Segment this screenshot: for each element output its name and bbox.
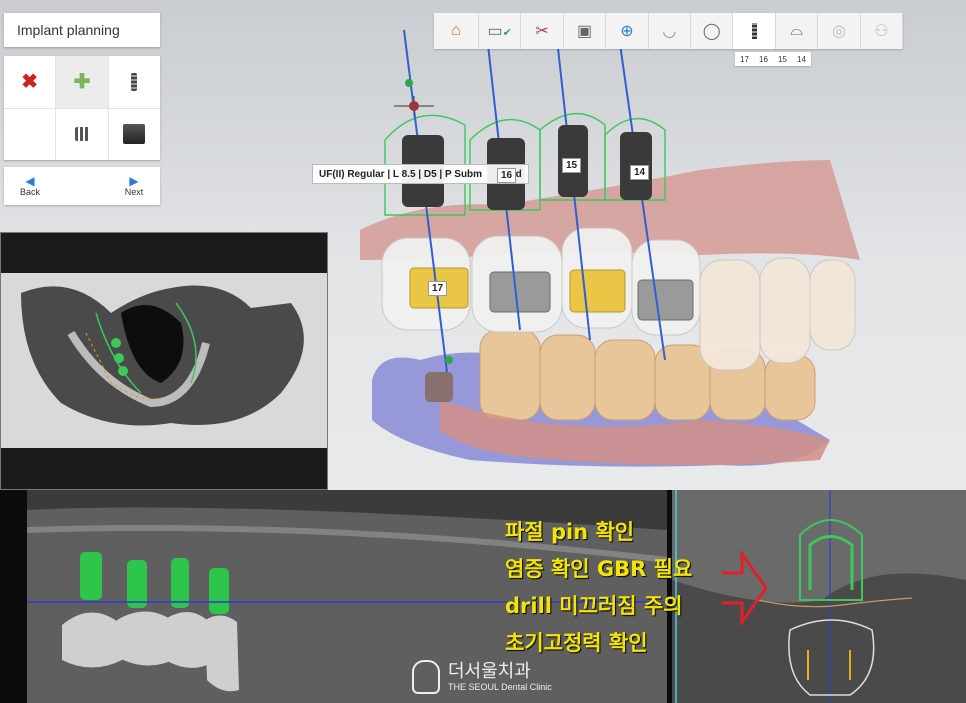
3d-viewport[interactable]: Implant planning ✖ ✚ ◀ Back ▶ Next ⌂ ▭✔ … — [0, 0, 966, 490]
workflow-window-step[interactable]: ▣ — [564, 13, 607, 49]
add-implant-button[interactable]: ✚ — [56, 56, 108, 108]
annotation-arrow-icon — [722, 549, 768, 627]
arrow-left-icon: ◀ — [25, 174, 35, 188]
tools-icon: ✂ — [535, 23, 549, 40]
workflow-tooth-step[interactable]: ◯ — [691, 13, 734, 49]
workflow-crown-plus-step[interactable]: ⊕ — [606, 13, 649, 49]
scan-check-icon: ▭✔ — [487, 23, 512, 40]
axial-ct-image — [1, 273, 327, 448]
home-icon: ⌂ — [451, 22, 461, 39]
tooth-tab[interactable]: 14 — [792, 52, 811, 66]
tooth-label-16: 16 — [497, 168, 517, 183]
rotation-handle[interactable] — [405, 79, 413, 87]
multi-implant-button[interactable] — [56, 108, 108, 160]
navigation-panel: ◀ Back ▶ Next — [4, 167, 160, 205]
tooth-tab[interactable]: 16 — [754, 52, 773, 66]
arrow-right-icon: ▶ — [129, 174, 139, 188]
window-icon: ▣ — [576, 23, 593, 40]
depth-handle[interactable] — [445, 356, 453, 364]
anchor-pin — [425, 372, 453, 402]
empty-tool-slot — [4, 108, 56, 160]
abutment-icon — [123, 124, 146, 145]
clinic-name-en: THE SEOUL Dental Clinic — [448, 681, 552, 692]
add-plus-icon: ✚ — [73, 71, 91, 94]
tooth-label-17: 17 — [428, 281, 448, 296]
note-drill-slip: drill 미끄러짐 주의 — [505, 594, 683, 618]
delete-implant-button[interactable]: ✖ — [4, 56, 56, 108]
tooth-logo-icon — [412, 660, 440, 694]
workflow-guide-step[interactable]: ⌓ — [776, 13, 819, 49]
move-arrows-icon — [394, 96, 434, 116]
axial-ct-view[interactable] — [0, 232, 328, 490]
back-button[interactable]: ◀ Back — [4, 167, 56, 205]
workflow-home-step[interactable]: ⌂ — [434, 13, 479, 49]
single-implant-icon — [131, 72, 138, 91]
back-label: Back — [19, 187, 40, 197]
arch-icon: ◡ — [662, 23, 677, 40]
clinic-watermark: 더서울치과 THE SEOUL Dental Clinic — [412, 660, 552, 694]
clinic-name-ko: 더서울치과 — [448, 660, 531, 682]
multi-implant-icon — [74, 127, 89, 142]
note-inflammation-gbr: 염증 확인 GBR 필요 — [505, 557, 693, 581]
clinical-notes: 파절 pin 확인 염증 확인 GBR 필요 drill 미끄러짐 주의 초기고… — [505, 514, 692, 662]
next-label: Next — [124, 187, 144, 197]
crown-plus-icon: ⊕ — [620, 23, 634, 40]
note-fracture-pin: 파절 pin 확인 — [505, 520, 635, 544]
implant-icon — [751, 23, 757, 39]
single-implant-button[interactable] — [108, 56, 160, 108]
workflow-disc-step[interactable]: ◎ — [818, 13, 861, 49]
guide-icon: ⌓ — [790, 22, 803, 39]
mode-title-panel: Implant planning — [4, 13, 160, 47]
tooth-label-15: 15 — [562, 158, 582, 173]
tooth-tab[interactable]: 15 — [773, 52, 792, 66]
note-initial-stability: 초기고정력 확인 — [505, 631, 648, 655]
mode-title: Implant planning — [17, 22, 120, 38]
workflow-scan-step[interactable]: ▭✔ — [479, 13, 522, 49]
next-button[interactable]: ▶ Next — [108, 167, 160, 205]
tooth-icon: ◯ — [702, 23, 721, 40]
tooth-label-14: 14 — [630, 165, 650, 180]
disc-icon: ◎ — [831, 23, 846, 40]
cross-section-ct-view[interactable] — [672, 490, 966, 703]
workflow-tools-step[interactable]: ✂ — [521, 13, 564, 49]
workflow-arch-step[interactable]: ◡ — [649, 13, 692, 49]
tooth-tab[interactable]: 17 — [735, 52, 754, 66]
implant-info-text: UF(II) Regular | L 8.5 | D5 | P Subm — [319, 168, 483, 180]
abutment-button[interactable] — [108, 108, 160, 160]
workflow-steps-bar: ⌂ ▭✔ ✂ ▣ ⊕ ◡ ◯ ⌓ ◎ ⚇ — [434, 13, 904, 49]
delete-x-icon: ✖ — [21, 71, 39, 94]
tooth-tabs: 17 16 15 14 — [735, 52, 811, 66]
workflow-implant-step[interactable] — [733, 13, 776, 49]
implant-tool-grid: ✖ ✚ — [4, 56, 160, 160]
workflow-people-step[interactable]: ⚇ — [861, 13, 904, 49]
people-icon: ⚇ — [874, 23, 889, 40]
